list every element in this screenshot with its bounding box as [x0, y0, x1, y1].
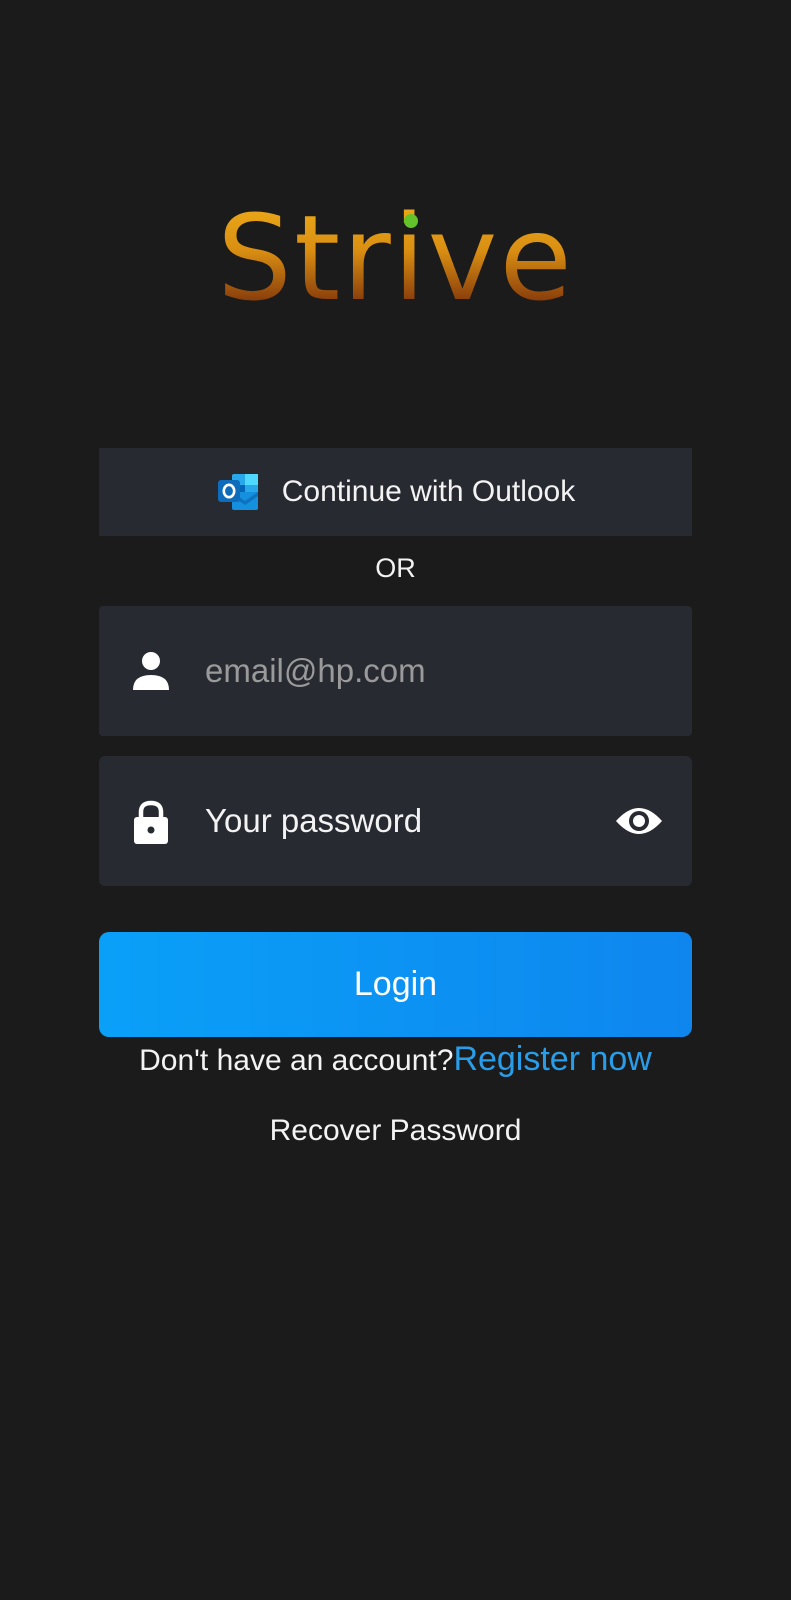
outlook-icon [216, 472, 260, 512]
or-divider: OR [375, 553, 416, 583]
continue-with-outlook-button[interactable]: Continue with Outlook [99, 448, 692, 536]
eye-icon[interactable] [614, 803, 664, 839]
login-button[interactable]: Login [99, 932, 692, 1037]
login-screen: Strive Continue with Outlook OR email@hp… [0, 0, 791, 1600]
app-logo: Strive [0, 188, 791, 328]
outlook-button-label: Continue with Outlook [281, 475, 576, 508]
email-input[interactable] [205, 606, 585, 736]
email-field[interactable] [99, 606, 692, 736]
password-input[interactable] [205, 756, 585, 886]
lock-icon [131, 800, 171, 844]
recover-password-link[interactable]: Recover Password [0, 1114, 791, 1148]
register-prompt: Don't have an account?Register now [0, 1040, 791, 1079]
register-now-link[interactable]: Register now [453, 1040, 651, 1078]
person-icon [131, 650, 171, 694]
logo-dot-accent [404, 214, 418, 228]
register-prompt-text: Don't have an account? [139, 1044, 454, 1077]
password-field[interactable] [99, 756, 692, 886]
logo-text: Strive [217, 189, 574, 327]
